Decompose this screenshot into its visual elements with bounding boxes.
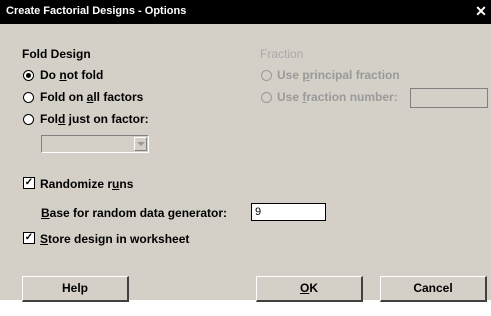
options-dialog: Create Factorial Designs - Options ✕ Fol… [0, 0, 491, 302]
radio-fold-just-on-factor[interactable] [23, 114, 34, 125]
help-button[interactable]: Help [22, 276, 129, 302]
store-design-label[interactable]: Store design in worksheet [40, 232, 189, 246]
radio-fraction-number-label: Use fraction number: [277, 90, 398, 104]
radio-fold-all-factors[interactable] [23, 92, 34, 103]
ok-button[interactable]: OK [256, 276, 363, 302]
cancel-button[interactable]: Cancel [380, 276, 487, 302]
randomize-runs-label[interactable]: Randomize runs [40, 177, 133, 191]
base-generator-label: Base for random data generator: [41, 206, 228, 220]
close-icon[interactable]: ✕ [473, 3, 489, 19]
chevron-down-icon [134, 137, 147, 151]
title-bar: Create Factorial Designs - Options ✕ [0, 0, 491, 24]
window-title: Create Factorial Designs - Options [6, 5, 187, 17]
randomize-runs-checkbox[interactable]: ✓ [23, 177, 35, 189]
base-generator-input[interactable]: 9 [251, 203, 326, 221]
radio-do-not-fold-label[interactable]: Do not fold [40, 68, 103, 82]
radio-fold-all-factors-label[interactable]: Fold on all factors [40, 90, 143, 104]
radio-principal-fraction-label: Use principal fraction [277, 68, 400, 82]
fraction-number-input [410, 88, 488, 108]
radio-fraction-number [261, 92, 272, 103]
radio-do-not-fold[interactable] [23, 70, 34, 81]
factor-select [41, 135, 149, 153]
store-design-checkbox[interactable]: ✓ [23, 232, 35, 244]
fraction-heading: Fraction [260, 47, 304, 61]
fold-design-heading: Fold Design [22, 47, 91, 61]
radio-fold-just-on-factor-label[interactable]: Fold just on factor: [40, 112, 149, 126]
radio-principal-fraction [261, 70, 272, 81]
